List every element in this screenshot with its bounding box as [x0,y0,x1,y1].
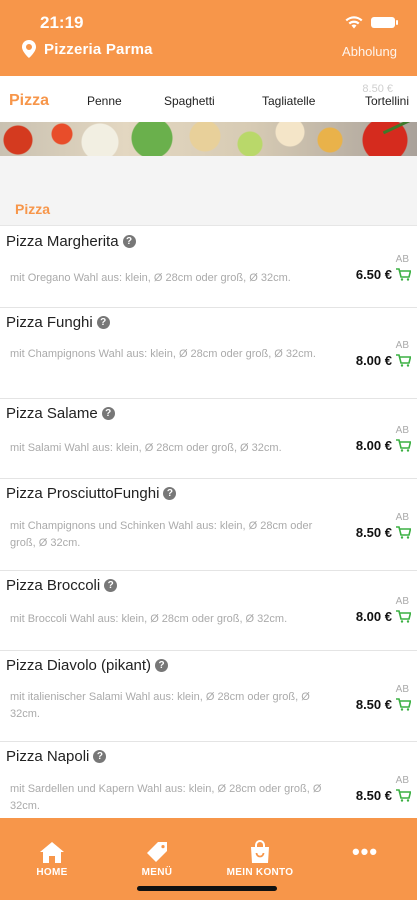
item-name: Pizza Napoli? [6,748,107,765]
item-name-text: Pizza Diavolo (pikant) [6,657,152,674]
cart-icon[interactable] [396,354,411,367]
menu-item-salame[interactable]: Pizza Salame? mit Salami Wahl aus: klein… [0,399,417,479]
item-price: 6.50 € [355,267,392,282]
nav-account-label: MEIN KONTO [226,867,294,878]
shopping-bag-icon [251,840,269,863]
nav-home-label: HOME [36,867,68,878]
section-title: Pizza [15,201,51,217]
info-icon[interactable]: ? [93,750,107,763]
more-icon: ••• [351,839,379,864]
tab-tagliatelle[interactable]: Tagliatelle [262,94,315,108]
price-row[interactable]: 8.50 € [356,525,411,540]
price-row[interactable]: 8.00 € [356,609,411,624]
section-header: Pizza [0,192,417,226]
item-name-text: Pizza Salame [6,405,98,422]
menu-item-diavolo[interactable]: Pizza Diavolo (pikant)? mit italienische… [0,651,417,742]
item-name-text: Pizza Funghi [6,314,93,331]
restaurant-name: Pizzeria Parma [44,40,153,58]
menu-item-funghi[interactable]: Pizza Funghi? mit Champignons Wahl aus: … [0,308,417,399]
item-description: mit Oregano Wahl aus: klein, Ø 28cm oder… [10,272,291,284]
item-name: Pizza Broccoli? [6,577,118,594]
cart-icon[interactable] [396,526,411,539]
tag-icon [147,842,167,862]
cart-icon[interactable] [396,268,411,281]
info-icon[interactable]: ? [104,579,118,592]
status-time: 21:19 [40,13,84,32]
nav-home[interactable]: HOME [12,840,92,878]
section-spacer [0,156,417,192]
item-price: 8.50 € [355,525,392,540]
item-description: mit Champignons Wahl aus: klein, Ø 28cm … [10,348,316,360]
restaurant-location[interactable]: Pizzeria Parma [22,40,153,58]
item-description: mit italienischer Salami Wahl aus: klein… [10,691,310,720]
info-icon[interactable]: ? [155,659,169,672]
home-icon [40,842,64,863]
status-icons [345,16,398,29]
price-prefix: AB [395,425,409,436]
price-row[interactable]: 8.50 € [356,697,411,712]
price-prefix: AB [395,512,409,523]
wifi-icon [345,16,363,29]
menu-item-broccoli[interactable]: Pizza Broccoli? mit Broccoli Wahl aus: k… [0,571,417,651]
item-description: mit Champignons und Schinken Wahl aus: k… [10,520,313,549]
price-prefix: AB [395,254,409,265]
banner-decoration [382,122,412,135]
nav-menu[interactable]: MENÜ [117,840,197,878]
item-price: 8.50 € [355,788,392,803]
location-pin-icon [22,40,36,58]
item-name-text: Pizza ProsciuttoFunghi [6,485,160,502]
pickup-toggle[interactable]: Abholung [342,44,397,59]
item-price: 8.00 € [355,438,392,453]
item-name: Pizza Margherita? [6,233,136,250]
item-name-text: Pizza Broccoli [6,577,101,594]
item-price: 8.00 € [355,609,392,624]
menu-item-margherita[interactable]: Pizza Margherita? mit Oregano Wahl aus: … [0,227,417,308]
cart-icon[interactable] [396,439,411,452]
item-price: 8.50 € [355,697,392,712]
price-row[interactable]: 8.50 € [356,788,411,803]
info-icon[interactable]: ? [122,235,136,248]
info-icon[interactable]: ? [101,407,115,420]
item-name: Pizza Funghi? [6,314,110,331]
nav-account[interactable]: MEIN KONTO [220,840,300,878]
price-prefix: AB [395,340,409,351]
item-name: Pizza Salame? [6,405,115,422]
tab-pizza[interactable]: Pizza [9,92,49,110]
price-prefix: AB [395,775,409,786]
nav-menu-label: MENÜ [141,867,173,878]
item-description: mit Sardellen und Kapern Wahl aus: klein… [10,783,322,812]
category-banner-image [0,122,417,156]
item-description: mit Broccoli Wahl aus: klein, Ø 28cm ode… [10,613,288,625]
info-icon[interactable]: ? [96,316,110,329]
category-tabs: 8.50 € Pizza Penne Spaghetti Tagliatelle… [0,80,417,120]
tab-penne[interactable]: Penne [87,94,122,108]
cart-icon[interactable] [396,698,411,711]
price-row[interactable]: 8.00 € [356,353,411,368]
price-row[interactable]: 6.50 € [356,267,411,282]
nav-more[interactable]: ••• [325,840,405,864]
cart-icon[interactable] [396,610,411,623]
price-row[interactable]: 8.00 € [356,438,411,453]
tab-spaghetti[interactable]: Spaghetti [164,94,215,108]
item-name: Pizza Diavolo (pikant)? [6,657,169,674]
info-icon[interactable]: ? [163,487,177,500]
item-name-text: Pizza Margherita [6,233,119,250]
app-header: 21:19 Pizzeria Parma Abholung [0,0,417,76]
price-prefix: AB [395,684,409,695]
home-indicator [137,886,277,891]
battery-icon [371,17,398,28]
cart-icon[interactable] [396,789,411,802]
item-name: Pizza ProsciuttoFunghi? [6,485,177,502]
tab-tortellini[interactable]: Tortellini [365,94,409,108]
price-prefix: AB [395,596,409,607]
item-name-text: Pizza Napoli [6,748,90,765]
item-description: mit Salami Wahl aus: klein, Ø 28cm oder … [10,442,282,454]
item-price: 8.00 € [355,353,392,368]
menu-list: Pizza Margherita? mit Oregano Wahl aus: … [0,227,417,832]
menu-item-prosciutto-funghi[interactable]: Pizza ProsciuttoFunghi? mit Champignons … [0,479,417,571]
